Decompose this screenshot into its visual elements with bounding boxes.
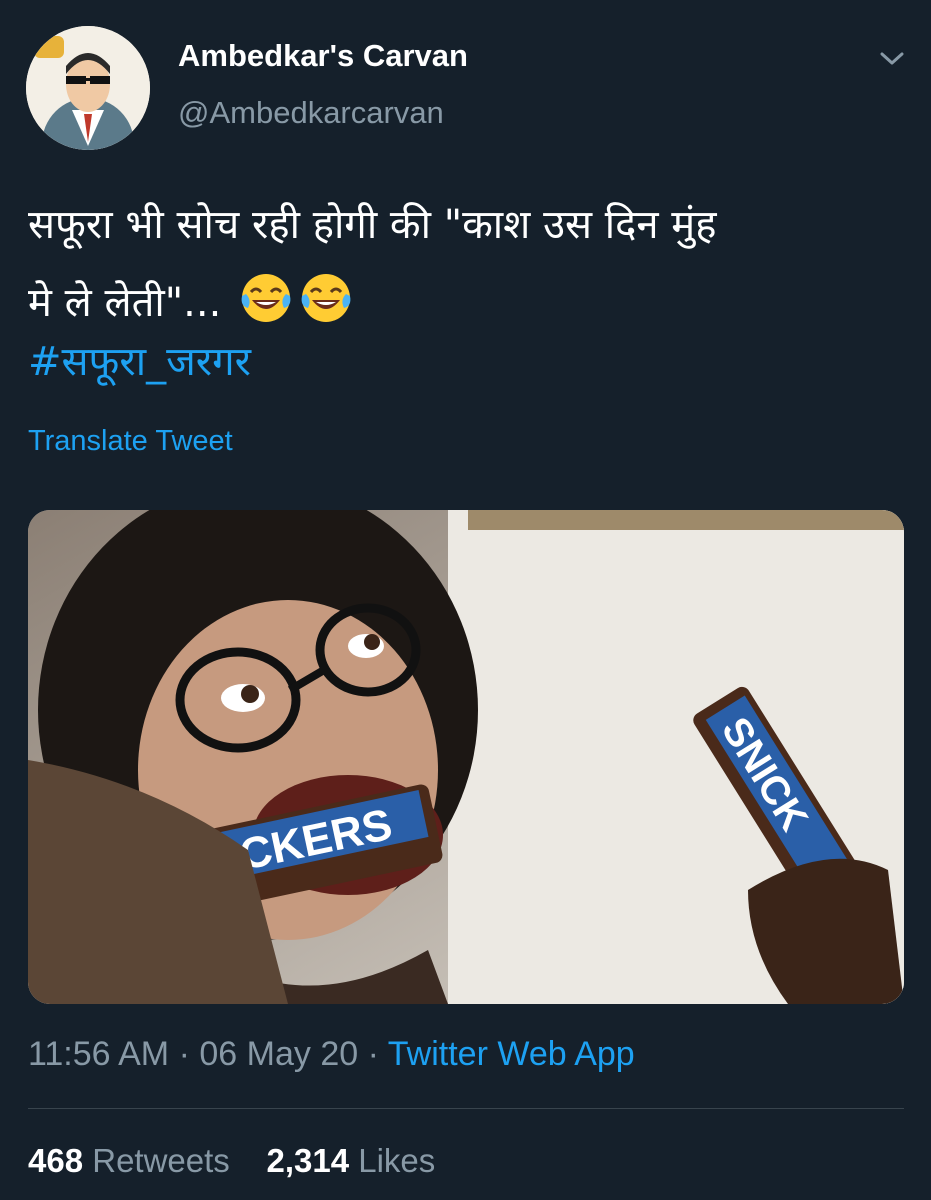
translate-tweet-link[interactable]: Translate Tweet bbox=[28, 425, 233, 458]
likes-stat[interactable]: 2,314 Likes bbox=[266, 1142, 435, 1179]
hashtag-link[interactable]: #सफूरा_जरगर bbox=[28, 332, 251, 387]
tweet-source-link[interactable]: Twitter Web App bbox=[388, 1035, 635, 1073]
separator-dot: · bbox=[178, 1035, 190, 1073]
tweet-date[interactable]: 06 May 20 bbox=[199, 1035, 358, 1073]
retweets-count: 468 bbox=[28, 1142, 84, 1179]
display-name[interactable]: Ambedkar's Carvan bbox=[178, 38, 468, 74]
chevron-down-icon[interactable] bbox=[872, 44, 912, 74]
likes-count: 2,314 bbox=[266, 1142, 350, 1179]
face-with-tears-of-joy-icon bbox=[301, 274, 351, 322]
retweets-label: Retweets bbox=[92, 1142, 230, 1179]
tweet-text-line-2-words: मे ले लेती"... bbox=[28, 280, 222, 326]
tweet-text-line-1: सफूरा भी सोच रही होगी की "काश उस दिन मुं… bbox=[28, 202, 717, 248]
separator-dot: · bbox=[367, 1035, 379, 1073]
retweets-stat[interactable]: 468 Retweets bbox=[28, 1142, 230, 1179]
tweet-text: सफूरा भी सोच रही होगी की "काश उस दिन मुं… bbox=[28, 186, 908, 342]
tweet-time[interactable]: 11:56 AM bbox=[28, 1035, 169, 1073]
tweet-timestamp: 11:56 AM · 06 May 20 · Twitter Web App bbox=[28, 1035, 635, 1074]
divider bbox=[28, 1108, 904, 1109]
likes-label: Likes bbox=[358, 1142, 436, 1179]
tweet-media-image[interactable]: ICKERS SNICK bbox=[28, 510, 904, 1004]
avatar-image bbox=[26, 26, 150, 150]
tweet-text-line-2: मे ले लेती"... bbox=[28, 264, 908, 342]
engagement-stats: 468 Retweets 2,314 Likes bbox=[28, 1142, 435, 1180]
avatar[interactable] bbox=[26, 26, 150, 150]
face-with-tears-of-joy-icon bbox=[241, 274, 291, 322]
user-handle[interactable]: @Ambedkarcarvan bbox=[178, 95, 444, 131]
media-photo: ICKERS SNICK bbox=[28, 510, 904, 1004]
